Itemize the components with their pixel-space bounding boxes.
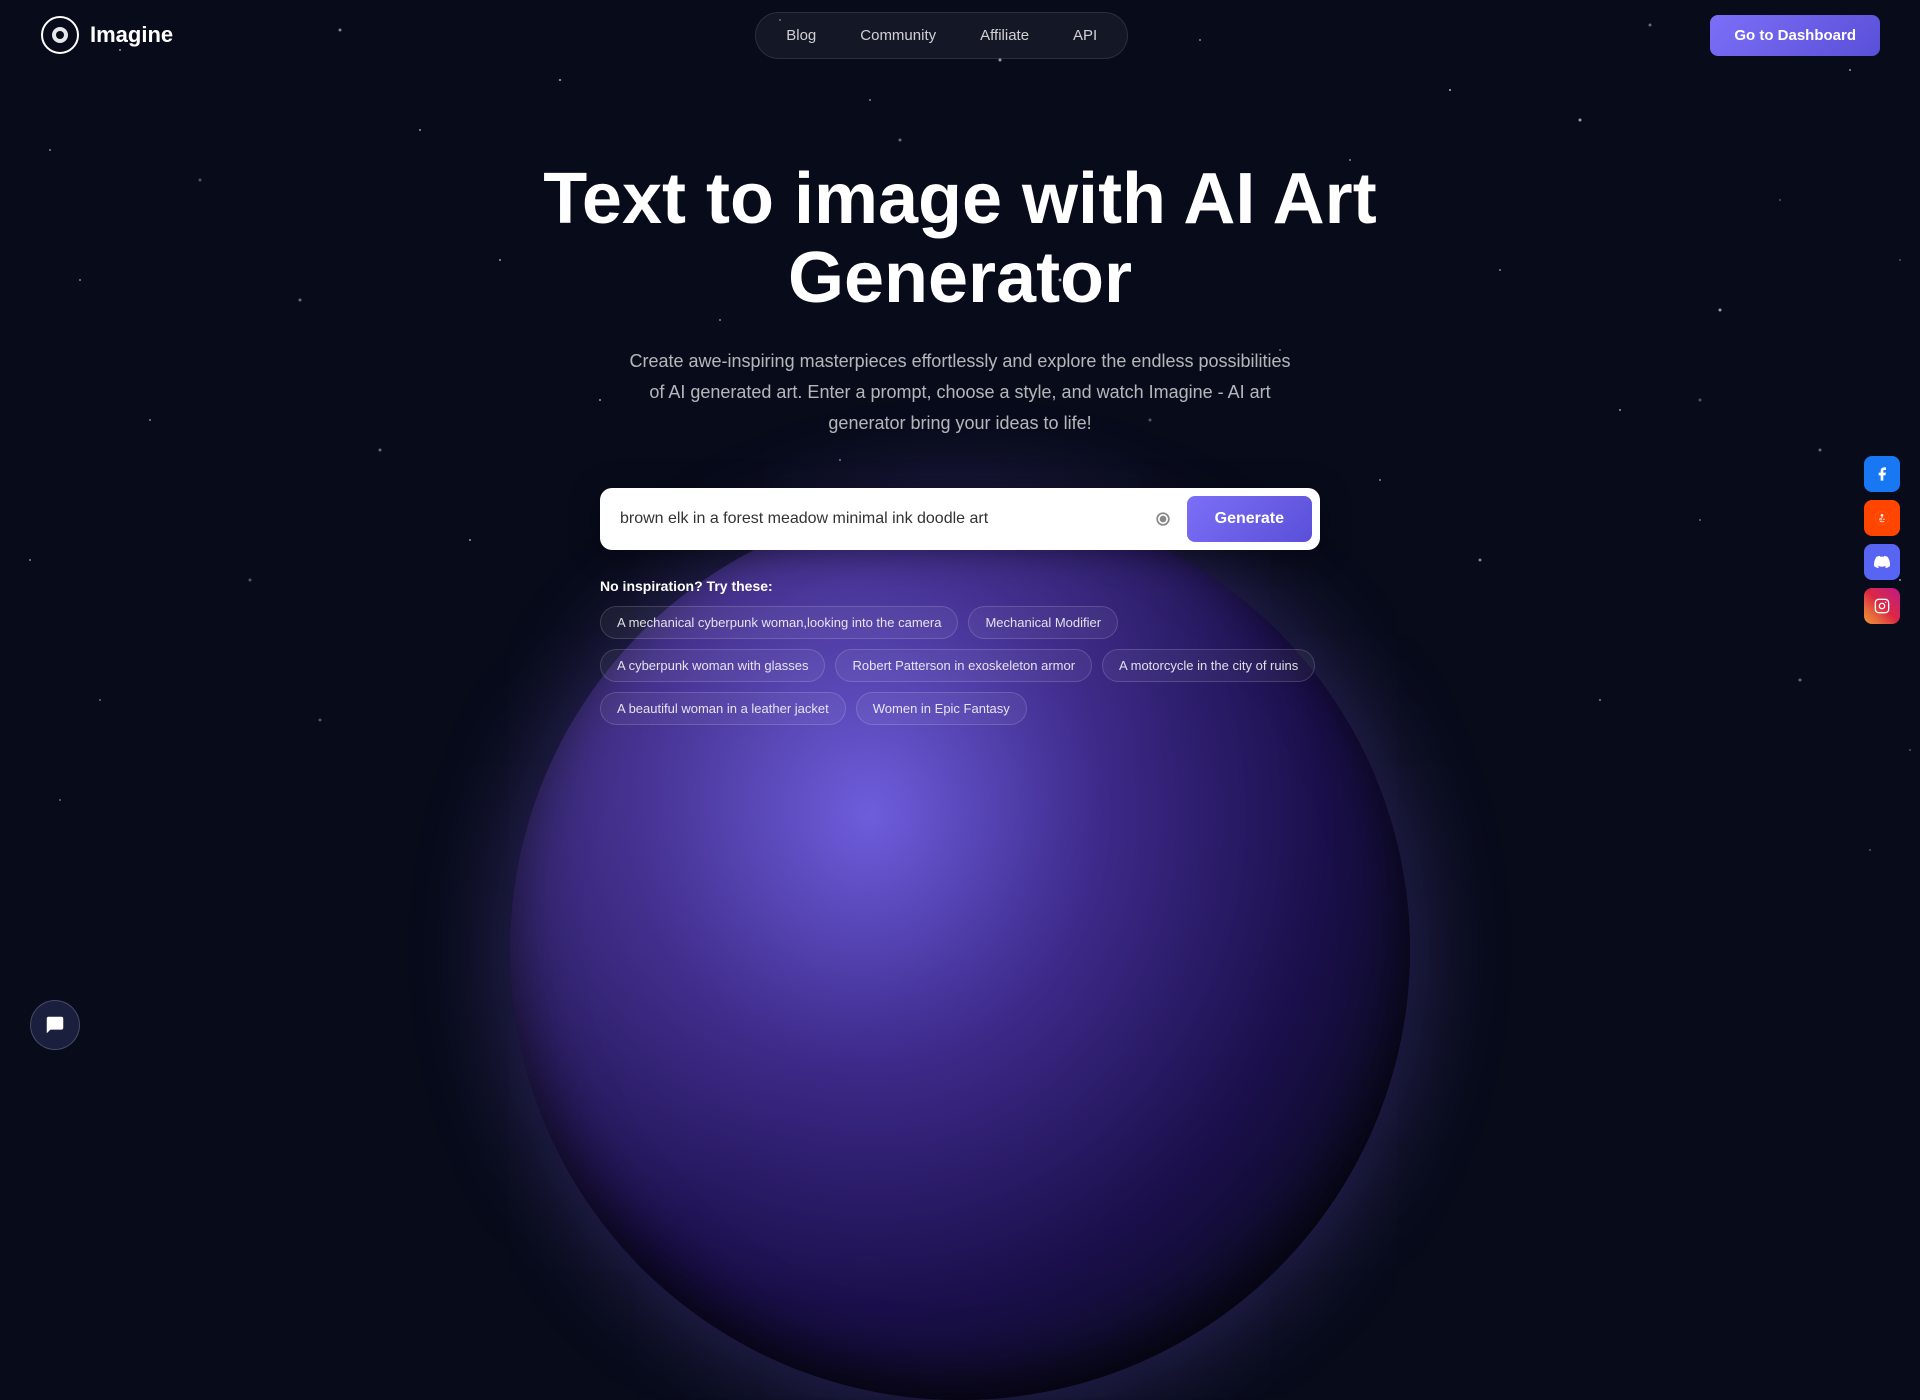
mic-icon[interactable] — [1147, 503, 1179, 535]
nav-api[interactable]: API — [1055, 19, 1115, 52]
tag-4[interactable]: A motorcycle in the city of ruins — [1102, 649, 1315, 682]
chat-button[interactable] — [30, 1000, 80, 1050]
search-box: Generate — [600, 488, 1320, 550]
main-content: Text to image with AI Art Generator Crea… — [0, 80, 1920, 725]
tag-6[interactable]: Women in Epic Fantasy — [856, 692, 1027, 725]
logo-text: Imagine — [90, 22, 173, 48]
nav-affiliate[interactable]: Affiliate — [962, 19, 1047, 52]
generate-button[interactable]: Generate — [1187, 496, 1312, 542]
nav-community[interactable]: Community — [842, 19, 954, 52]
tag-1[interactable]: Mechanical Modifier — [968, 606, 1118, 639]
inspiration-label: No inspiration? Try these: — [600, 578, 1320, 594]
nav-links: Blog Community Affiliate API — [755, 12, 1128, 59]
search-input[interactable] — [620, 510, 1147, 528]
tags-row: A mechanical cyberpunk woman,looking int… — [600, 606, 1320, 725]
hero-subtitle: Create awe-inspiring masterpieces effort… — [620, 346, 1300, 438]
tag-2[interactable]: A cyberpunk woman with glasses — [600, 649, 825, 682]
social-sidebar: r/ — [1864, 456, 1900, 624]
logo[interactable]: Imagine — [40, 15, 173, 55]
nav-blog[interactable]: Blog — [768, 19, 834, 52]
search-icons — [1147, 503, 1179, 535]
dashboard-button[interactable]: Go to Dashboard — [1710, 15, 1880, 56]
tag-0[interactable]: A mechanical cyberpunk woman,looking int… — [600, 606, 958, 639]
tag-3[interactable]: Robert Patterson in exoskeleton armor — [835, 649, 1092, 682]
facebook-button[interactable] — [1864, 456, 1900, 492]
inspiration-row: No inspiration? Try these: A mechanical … — [600, 578, 1320, 725]
logo-icon — [40, 15, 80, 55]
hero-headline: Text to image with AI Art Generator — [543, 160, 1376, 318]
instagram-button[interactable] — [1864, 588, 1900, 624]
discord-button[interactable] — [1864, 544, 1900, 580]
reddit-button[interactable]: r/ — [1864, 500, 1900, 536]
navbar: Imagine Blog Community Affiliate API Go … — [0, 0, 1920, 70]
tag-5[interactable]: A beautiful woman in a leather jacket — [600, 692, 846, 725]
